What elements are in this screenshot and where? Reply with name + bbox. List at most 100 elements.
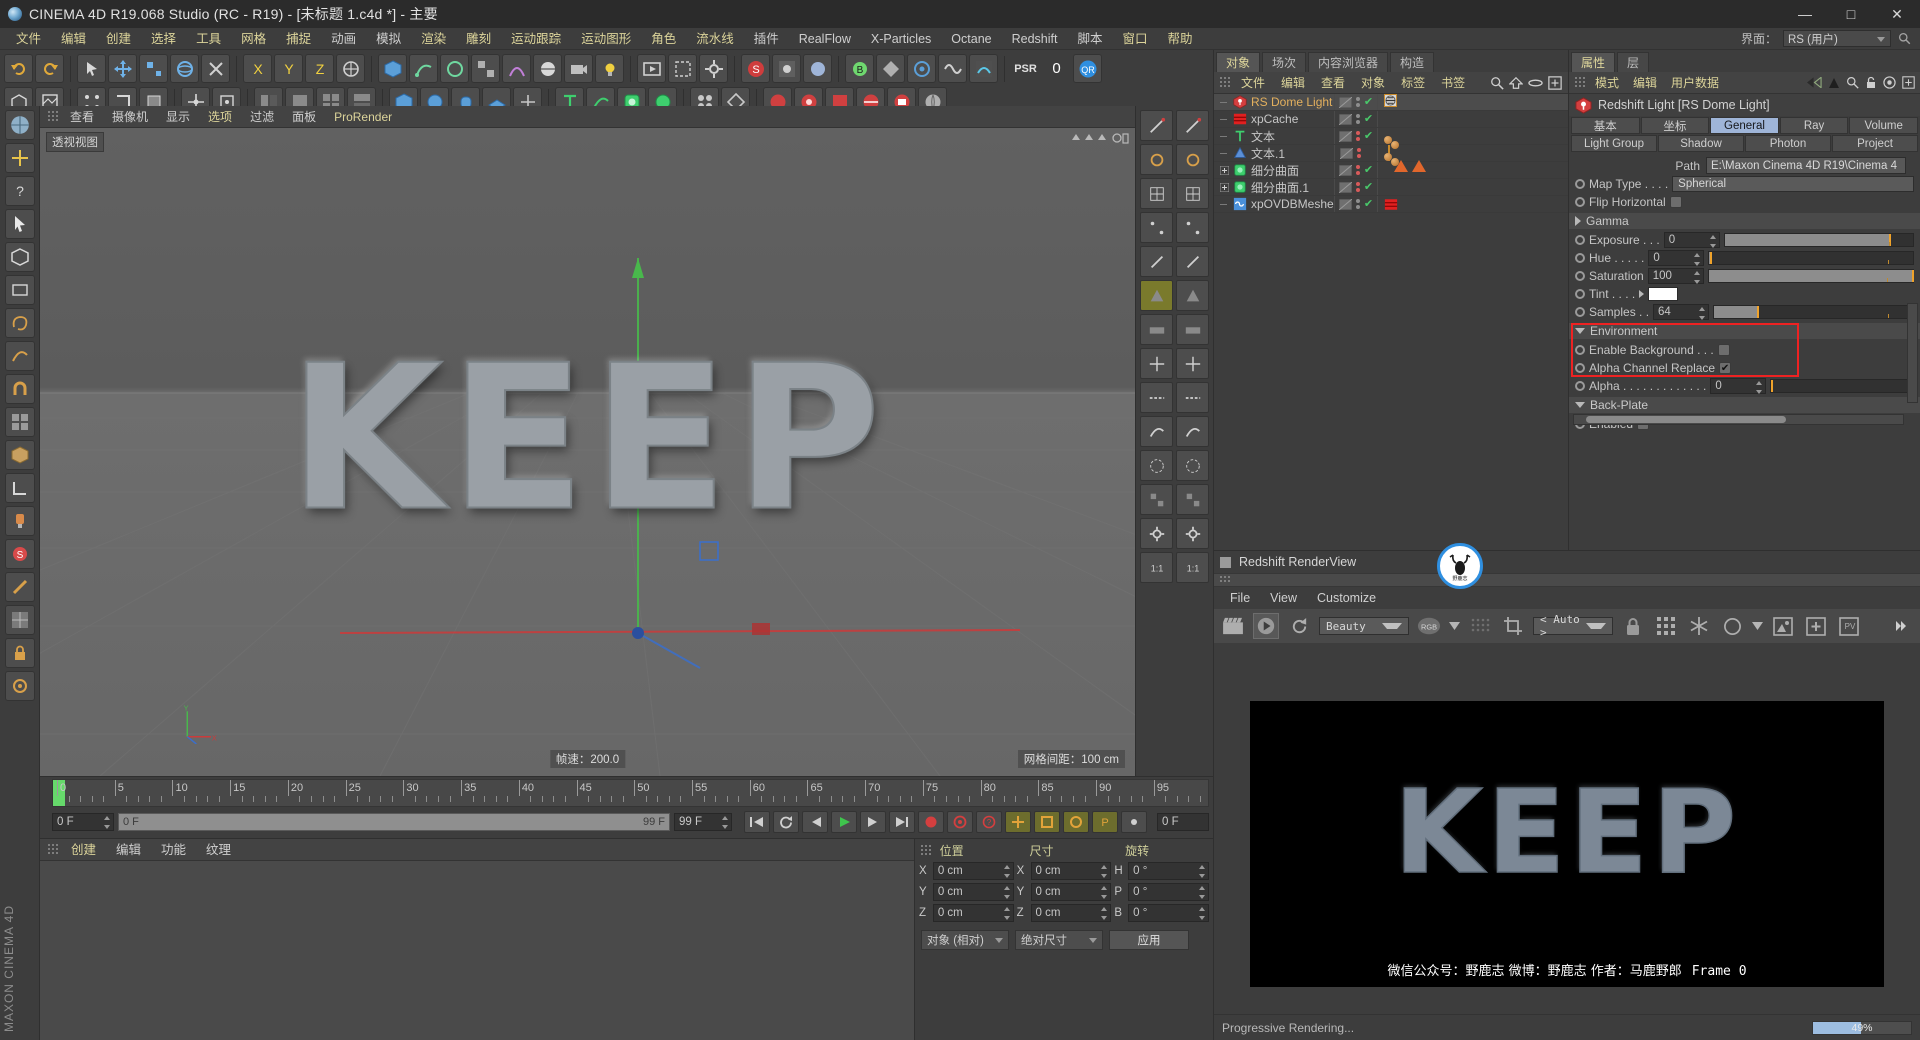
attributes-menu-item-0[interactable]: 模式: [1588, 72, 1626, 94]
menu-item-19[interactable]: Redshift: [1002, 28, 1068, 50]
param-group-gamma[interactable]: Gamma: [1569, 213, 1920, 229]
pv-icon[interactable]: PV: [1836, 613, 1862, 639]
menu-item-15[interactable]: 插件: [744, 28, 789, 50]
param-tab-ray[interactable]: Ray: [1779, 117, 1849, 134]
axis-snap-icon-alt[interactable]: [1176, 348, 1209, 379]
viewport-grip-icon[interactable]: [46, 109, 61, 124]
lock-tool[interactable]: [4, 638, 35, 668]
measure-tool[interactable]: [4, 473, 35, 503]
guide-snap-icon-alt[interactable]: [1176, 382, 1209, 413]
one-to-one-icon[interactable]: 1:1: [1140, 552, 1173, 583]
param-bullet-icon[interactable]: [1575, 289, 1585, 299]
xp-emitter-button[interactable]: [876, 54, 905, 83]
layer-swatch-icon[interactable]: [1338, 130, 1352, 142]
param-slider-saturation[interactable]: [1707, 269, 1914, 283]
apply-button[interactable]: 应用: [1109, 930, 1189, 950]
object-row-visibility-dots[interactable]: ✔: [1334, 94, 1378, 110]
current-frame-field[interactable]: 0 F: [52, 813, 114, 831]
param-tab-general[interactable]: General: [1710, 117, 1779, 134]
key-rotation-button[interactable]: [1063, 811, 1089, 833]
one-to-one-icon-alt[interactable]: 1:1: [1176, 552, 1209, 583]
redshift-render-button[interactable]: S: [741, 54, 770, 83]
chevron-right-icon[interactable]: [1888, 613, 1914, 639]
enabled-check-icon[interactable]: ✔: [1364, 181, 1373, 193]
renderview-menu-item-0[interactable]: File: [1220, 587, 1260, 609]
param-color-swatch-tint[interactable]: [1648, 287, 1679, 301]
param-bullet-icon[interactable]: [1575, 271, 1585, 281]
param-bullet-icon[interactable]: [1575, 307, 1585, 317]
search-icon[interactable]: [1897, 31, 1912, 46]
param-bullet-icon[interactable]: [1575, 179, 1585, 189]
redo-button[interactable]: [35, 54, 64, 83]
spinner-icon[interactable]: [1101, 864, 1108, 878]
move-tool[interactable]: [108, 54, 137, 83]
xp-modifier-button[interactable]: [907, 54, 936, 83]
dynamic-guide-icon[interactable]: [1140, 450, 1173, 481]
key-point-button[interactable]: [1121, 811, 1147, 833]
spinner-icon[interactable]: [1693, 271, 1701, 284]
object-row-visibility-dots[interactable]: ✔: [1334, 179, 1378, 195]
timeline-range-scrollbar[interactable]: 0 F 99 F: [118, 813, 670, 831]
snap-enable-icon[interactable]: [1140, 144, 1173, 175]
expand-icon[interactable]: [1220, 182, 1229, 192]
qr-button[interactable]: QR: [1073, 54, 1102, 83]
object-row-tags[interactable]: [1378, 94, 1397, 110]
material-menu-item-1[interactable]: 编辑: [106, 839, 151, 861]
help-tool[interactable]: ?: [4, 176, 35, 206]
move-tool-left[interactable]: [4, 143, 35, 173]
menu-item-2[interactable]: 创建: [96, 28, 141, 50]
backplate-group-header[interactable]: Back-Plate: [1569, 397, 1920, 413]
object-row-0[interactable]: RS Dome Light ✔: [1214, 94, 1568, 111]
renderview-grip-icon[interactable]: [1218, 573, 1233, 588]
cache-tag-icon[interactable]: [1384, 198, 1398, 211]
object-tab-0[interactable]: 对象: [1216, 52, 1261, 72]
material-grip-icon[interactable]: [46, 842, 61, 857]
param-tab-坐标[interactable]: 坐标: [1640, 117, 1710, 134]
param-slider-hue[interactable]: [1708, 251, 1914, 265]
object-row-4[interactable]: 细分曲面 ✔: [1214, 162, 1568, 179]
interface-select[interactable]: RS (用户): [1783, 30, 1891, 47]
position-z-field[interactable]: 0 cm: [932, 903, 1014, 922]
up-arrow-icon[interactable]: [1828, 77, 1840, 89]
param-slider-exposure[interactable]: [1723, 233, 1914, 247]
menu-item-18[interactable]: Octane: [941, 28, 1001, 50]
camera-button[interactable]: [564, 54, 593, 83]
snap-settings-icon-alt[interactable]: [1176, 518, 1209, 549]
position-x-field[interactable]: 0 cm: [932, 861, 1014, 880]
spline-pen-button[interactable]: [409, 54, 438, 83]
param-select-map-type[interactable]: Spherical: [1672, 176, 1914, 192]
menu-item-16[interactable]: RealFlow: [789, 28, 861, 50]
viewport-menu-item-4[interactable]: 过滤: [241, 106, 283, 128]
sculpt-tool[interactable]: S: [4, 539, 35, 569]
autokey-button[interactable]: [947, 811, 973, 833]
zoom-select[interactable]: < Auto >: [1533, 613, 1613, 639]
add-icon[interactable]: [1902, 76, 1915, 89]
enabled-check-icon[interactable]: ✔: [1364, 130, 1373, 142]
spinner-icon[interactable]: [1101, 906, 1108, 920]
cube-primitive-button[interactable]: [378, 54, 407, 83]
deformer-button[interactable]: [502, 54, 531, 83]
object-row-tags[interactable]: [1378, 198, 1398, 211]
guide-snap-icon[interactable]: [1140, 382, 1173, 413]
psr-value-field[interactable]: 0: [1042, 54, 1071, 83]
axis-snap-icon[interactable]: [1140, 348, 1173, 379]
snap-settings-icon[interactable]: [1140, 518, 1173, 549]
menu-item-10[interactable]: 雕刻: [456, 28, 501, 50]
param-field-samples[interactable]: 64: [1653, 304, 1710, 320]
object-row-visibility-dots[interactable]: ✔: [1334, 128, 1378, 144]
material-menu-item-2[interactable]: 功能: [151, 839, 196, 861]
poly-snap-icon-alt[interactable]: [1176, 280, 1209, 311]
nurbs-button[interactable]: [440, 54, 469, 83]
workplane-snap-icon-alt[interactable]: [1176, 314, 1209, 345]
param-tab-volume[interactable]: Volume: [1849, 117, 1918, 134]
enabled-check-icon[interactable]: ✔: [1364, 164, 1373, 176]
menu-item-11[interactable]: 运动跟踪: [501, 28, 571, 50]
visibility-dots[interactable]: [1355, 114, 1360, 124]
clapper-icon[interactable]: [1220, 613, 1246, 639]
object-row-tags[interactable]: [1378, 145, 1426, 172]
param-bullet-icon[interactable]: [1575, 197, 1585, 207]
object-row-2[interactable]: 文本 ✔: [1214, 128, 1568, 149]
paint-tool[interactable]: [4, 506, 35, 536]
dynamic-guide-icon-alt[interactable]: [1176, 450, 1209, 481]
key-parameter-button[interactable]: P: [1092, 811, 1118, 833]
